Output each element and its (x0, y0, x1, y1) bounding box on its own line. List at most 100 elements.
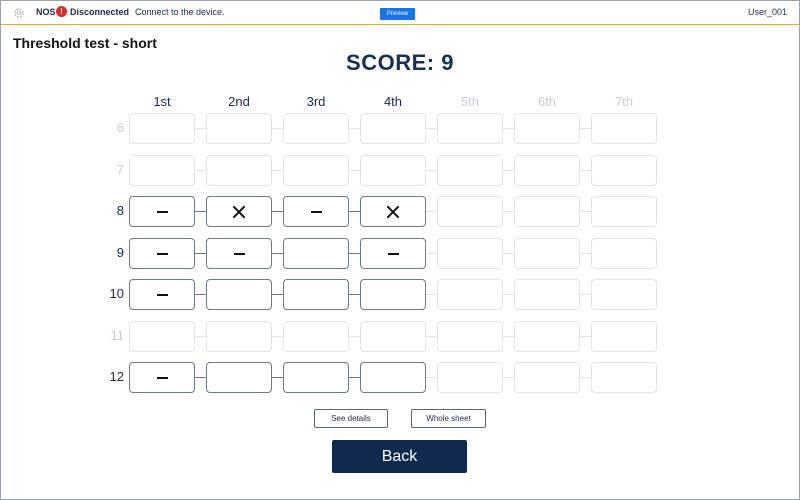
grid-cell (514, 238, 580, 269)
grid-cell[interactable] (360, 362, 426, 393)
cell-connector (580, 211, 591, 212)
grid-cell (514, 321, 580, 352)
grid-cell (360, 321, 426, 352)
grid-cell (437, 113, 503, 144)
dash-icon (156, 252, 168, 255)
cell-connector (580, 253, 591, 254)
grid-cell[interactable] (129, 238, 195, 269)
cell-connector (426, 377, 437, 378)
cell-connector (503, 170, 514, 171)
cell-connector (349, 211, 360, 212)
dash-icon (310, 210, 322, 213)
row-label: 7 (116, 162, 124, 177)
grid-cell (283, 113, 349, 144)
row-label: 11 (110, 328, 125, 343)
cell-connector (349, 294, 360, 295)
row-label: 10 (109, 286, 124, 301)
cell-connector (580, 170, 591, 171)
grid-cell (360, 155, 426, 186)
grid-cell (514, 362, 580, 393)
grid-cell[interactable] (283, 196, 349, 227)
grid-cell (591, 113, 657, 144)
grid-cell[interactable] (206, 279, 272, 310)
cell-connector (503, 128, 514, 129)
cell-connector (349, 253, 360, 254)
whole-sheet-button[interactable]: Whole sheet (411, 409, 486, 428)
grid-cell[interactable] (360, 279, 426, 310)
grid-cell (514, 279, 580, 310)
cell-connector (195, 170, 206, 171)
grid-cell (591, 362, 657, 393)
cell-connector (503, 253, 514, 254)
cell-connector (272, 128, 283, 129)
grid-cell (129, 155, 195, 186)
column-header: 6th (537, 94, 557, 109)
cell-connector (426, 170, 437, 171)
threshold-grid: 1st 2nd 3rd 4th 5th 6th 7th 6 7 8 9 10 11 12 (0, 0, 800, 500)
cell-connector (580, 336, 591, 337)
grid-cell[interactable] (129, 196, 195, 227)
grid-cell[interactable] (360, 238, 426, 269)
grid-cell (283, 155, 349, 186)
cell-connector (349, 336, 360, 337)
cell-connector (195, 377, 206, 378)
dash-icon (233, 252, 245, 255)
back-button[interactable]: Back (332, 440, 467, 473)
cell-connector (426, 128, 437, 129)
cell-connector (195, 294, 206, 295)
grid-cell[interactable] (283, 238, 349, 269)
column-header: 2nd (228, 94, 250, 109)
cell-connector (272, 377, 283, 378)
cell-connector (426, 294, 437, 295)
row-label: 8 (116, 203, 124, 218)
grid-cell (437, 196, 503, 227)
cell-connector (426, 211, 437, 212)
grid-cell (437, 238, 503, 269)
grid-cell (591, 321, 657, 352)
grid-cell[interactable] (129, 362, 195, 393)
cell-connector (272, 211, 283, 212)
cell-connector (349, 377, 360, 378)
dash-icon (156, 210, 168, 213)
grid-cell (514, 113, 580, 144)
grid-cell[interactable] (360, 196, 426, 227)
cell-connector (426, 336, 437, 337)
cell-connector (503, 336, 514, 337)
dash-icon (156, 293, 168, 296)
cell-connector (580, 128, 591, 129)
cell-connector (195, 253, 206, 254)
cell-connector (349, 170, 360, 171)
grid-cell (514, 196, 580, 227)
grid-cell (283, 321, 349, 352)
grid-cell[interactable] (283, 279, 349, 310)
row-label: 9 (116, 245, 124, 260)
grid-cell (514, 155, 580, 186)
column-header: 1st (153, 94, 171, 109)
grid-cell[interactable] (129, 279, 195, 310)
cross-icon (386, 205, 400, 219)
column-header: 7th (614, 94, 634, 109)
cell-connector (580, 294, 591, 295)
grid-cell (129, 321, 195, 352)
grid-cell (437, 155, 503, 186)
cell-connector (503, 377, 514, 378)
grid-cell[interactable] (283, 362, 349, 393)
cell-connector (503, 294, 514, 295)
grid-cell (360, 113, 426, 144)
cell-connector (195, 211, 206, 212)
see-details-button[interactable]: See details (314, 409, 388, 428)
grid-cell (129, 113, 195, 144)
column-header: 3rd (306, 94, 326, 109)
grid-cell (437, 279, 503, 310)
grid-cell[interactable] (206, 196, 272, 227)
cell-connector (503, 211, 514, 212)
grid-cell (206, 113, 272, 144)
row-label: 12 (109, 369, 124, 384)
grid-cell (437, 362, 503, 393)
grid-cell[interactable] (206, 362, 272, 393)
grid-cell (206, 321, 272, 352)
grid-cell (206, 155, 272, 186)
grid-cell (437, 321, 503, 352)
grid-cell[interactable] (206, 238, 272, 269)
grid-cell (591, 155, 657, 186)
